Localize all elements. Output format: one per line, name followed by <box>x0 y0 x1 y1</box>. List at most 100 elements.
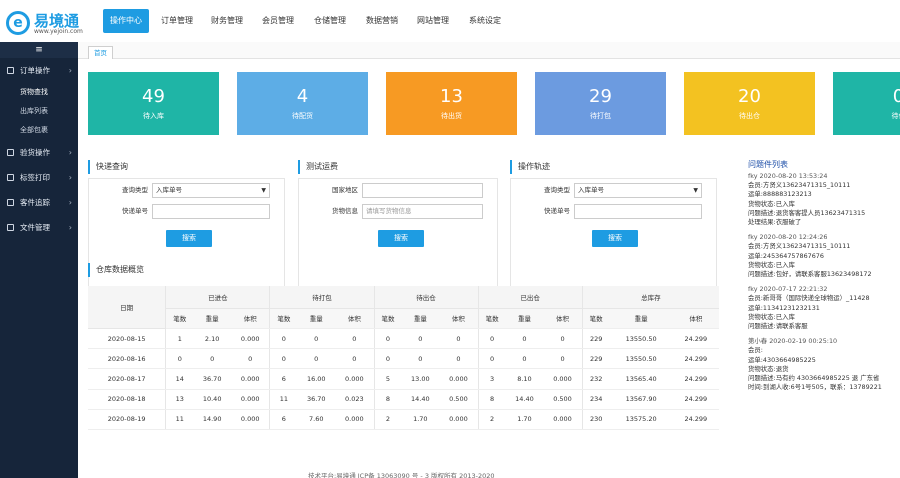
table-cell: 0 <box>477 328 506 350</box>
issue-item[interactable]: 第小春 2020-02-19 00:25:10 会员: 运单:43036649852… <box>748 337 900 392</box>
sidebar-item-files[interactable]: 文件管理 › <box>0 215 78 240</box>
stat-card-pending-inbound[interactable]: 49 待入库 <box>88 72 219 135</box>
table-cell: 232 <box>581 368 610 390</box>
table-cell: 6 <box>269 368 298 390</box>
table-cell: 0.500 <box>543 389 583 410</box>
column-subheader: 重量 <box>193 308 232 329</box>
stat-card-pending-departure[interactable]: 20 待出仓 <box>684 72 815 135</box>
warehouse-overview-title: 仓库数据概览 <box>88 263 144 277</box>
panel-title: 操作轨迹 <box>510 160 717 174</box>
query-type-select[interactable]: 入库单号 ▼ <box>152 183 270 198</box>
table-cell: 230 <box>581 409 610 431</box>
table-row: 2020-08-16 0 0 0 0 0 0 0 0 0 0 0 0 229 13550.50 24.299 <box>88 348 719 370</box>
table-cell: 0 <box>543 328 583 350</box>
sidebar-item-label: 文件管理 <box>20 223 50 232</box>
sidebar-item-label: 验货操作 <box>20 148 50 157</box>
sidebar-item-inspection[interactable]: 验货操作 › <box>0 140 78 165</box>
table-cell: 14 <box>165 368 194 390</box>
table-cell: 0 <box>269 328 298 350</box>
column-header: 待出仓 <box>373 286 479 309</box>
issue-item[interactable]: fky 2020-07-17 22:21:32 会员:新哥哥（国际快递全球物运）_… <box>748 285 900 331</box>
nav-members[interactable]: 会员管理 <box>258 9 298 33</box>
table-cell: 8 <box>373 389 402 410</box>
column-header: 待打包 <box>269 286 374 309</box>
stat-label: 待配货 <box>292 112 313 120</box>
chevron-right-icon: › <box>68 173 72 182</box>
stat-label: 待入库 <box>143 112 164 120</box>
table-cell: 0.000 <box>543 409 583 431</box>
country-input[interactable] <box>362 183 483 198</box>
table-cell: 1.70 <box>505 409 544 431</box>
table-row: 2020-08-15 1 2.10 0.000 0 0 0 0 0 0 0 0 0 229 13550.50… <box>88 328 719 350</box>
nav-orders[interactable]: 订单管理 <box>157 9 197 33</box>
warehouse-table: 日期 已进仓 待打包 待出仓 已出仓 总库存 笔数 重量 体积 笔数 重量 体积 笔数 重量体… <box>88 286 719 431</box>
issue-line: 处理结果:衣服破了 <box>748 218 802 227</box>
table-cell: 13 <box>165 389 194 410</box>
issue-item[interactable]: fky 2020-08-20 13:53:24 会员:方贤义13623471315… <box>748 172 900 227</box>
search-button[interactable]: 搜索 <box>166 230 212 247</box>
issue-line: 运单:888883123213 <box>748 190 812 199</box>
menu-toggle-icon[interactable]: ≡ <box>0 42 78 58</box>
stat-card-pending-allocation[interactable]: 4 待配货 <box>237 72 368 135</box>
issue-line: 货物状态:已入库 <box>748 260 795 269</box>
operation-track-panel: 操作轨迹 查询类型 入库单号 ▼ 快递单号 搜索 <box>510 160 717 290</box>
nav-finance[interactable]: 财务管理 <box>207 9 247 33</box>
sidebar-sub-find-goods[interactable]: 货物查找 <box>0 83 78 102</box>
goods-info-input[interactable]: 请填写货物信息 <box>362 204 483 219</box>
brand-logo[interactable]: e 易境通 www.yejoin.com <box>6 7 96 37</box>
table-cell: 0 <box>269 348 298 370</box>
sidebar-sub-outbound-list[interactable]: 出库列表 <box>0 102 78 121</box>
express-number-input[interactable] <box>152 204 270 219</box>
stat-value: 13 <box>440 86 463 107</box>
table-cell: 229 <box>581 348 610 370</box>
nav-website[interactable]: 网站管理 <box>413 9 453 33</box>
column-subheader: 笔数 <box>269 308 298 329</box>
table-row: 2020-08-17 14 36.70 0.000 6 16.00 0.000 5 13.00 0… <box>88 368 719 390</box>
dropdown-arrow-icon: ▼ <box>261 187 266 194</box>
nav-marketing[interactable]: 数据营销 <box>361 9 403 33</box>
issue-list: 问题件列表 fky 2020-08-20 13:53:24 会员:方贤义13623… <box>748 158 900 478</box>
stat-card-pending-shipment[interactable]: 13 待出货 <box>386 72 517 135</box>
issue-line: 问题描述:包好，请联系客服13623498172 <box>748 270 872 279</box>
table-cell: 8 <box>477 389 506 410</box>
column-subheader: 笔数 <box>165 308 194 329</box>
sidebar-item-order-ops[interactable]: 订单操作 › <box>0 58 78 83</box>
table-cell: 0.000 <box>335 368 374 390</box>
table-subheader-row: 笔数 重量 体积 笔数 重量 体积 笔数 重量 体积 笔数 重量 体积 笔数 重量 体积 <box>88 308 719 329</box>
express-number-input[interactable] <box>574 204 702 219</box>
sidebar-sub-all-packages[interactable]: 全部包裹 <box>0 121 78 140</box>
sidebar-item-tracking[interactable]: 客件追踪 › <box>0 190 78 215</box>
issue-line: 会员:新哥哥（国际快递全球物运）_11428 <box>748 294 870 303</box>
stat-card-pending-packing[interactable]: 29 待打包 <box>535 72 666 135</box>
column-subheader: 重量 <box>401 308 440 329</box>
table-cell: 0 <box>505 348 544 370</box>
issue-item[interactable]: fky 2020-08-20 12:24:26 会员:方贤义13623471315… <box>748 233 900 279</box>
sidebar-item-label-print[interactable]: 标签打印 › <box>0 165 78 190</box>
nav-settings[interactable]: 系统设定 <box>464 9 506 33</box>
column-subheader: 重量 <box>505 308 544 329</box>
table-cell: 0 <box>335 348 374 370</box>
column-subheader: 体积 <box>543 308 583 329</box>
column-subheader: 体积 <box>439 308 479 329</box>
nav-operations[interactable]: 操作中心 <box>103 9 149 33</box>
table-cell: 0.000 <box>439 409 479 431</box>
table-cell: 2020-08-15 <box>88 328 166 350</box>
panel-body: 国家地区 货物信息 请填写货物信息 搜索 <box>298 178 498 288</box>
issue-line: 问题描述:马有约 4303664985225 退 广东省 <box>748 374 880 383</box>
table-cell: 0 <box>193 348 232 370</box>
issue-list-title: 问题件列表 <box>748 160 788 169</box>
query-type-select[interactable]: 入库单号 ▼ <box>574 183 702 198</box>
table-cell: 0 <box>335 328 374 350</box>
search-button[interactable]: 搜索 <box>378 230 424 247</box>
table-cell: 0.000 <box>335 409 374 431</box>
nav-warehouse[interactable]: 仓储管理 <box>309 9 351 33</box>
search-button[interactable]: 搜索 <box>592 230 638 247</box>
stat-card-pending-work[interactable]: 0 待作 <box>833 72 900 135</box>
tab-home[interactable]: 首页 <box>88 46 113 59</box>
table-row: 2020-08-19 11 14.90 0.000 6 7.60 0.000 2 1.70 0.0… <box>88 409 719 431</box>
issue-line: 货物状态:已入库 <box>748 199 795 208</box>
table-cell: 0 <box>401 348 440 370</box>
sidebar-item-label: 客件追踪 <box>20 198 50 207</box>
table-cell: 2020-08-18 <box>88 389 166 410</box>
stat-value: 29 <box>589 86 612 107</box>
